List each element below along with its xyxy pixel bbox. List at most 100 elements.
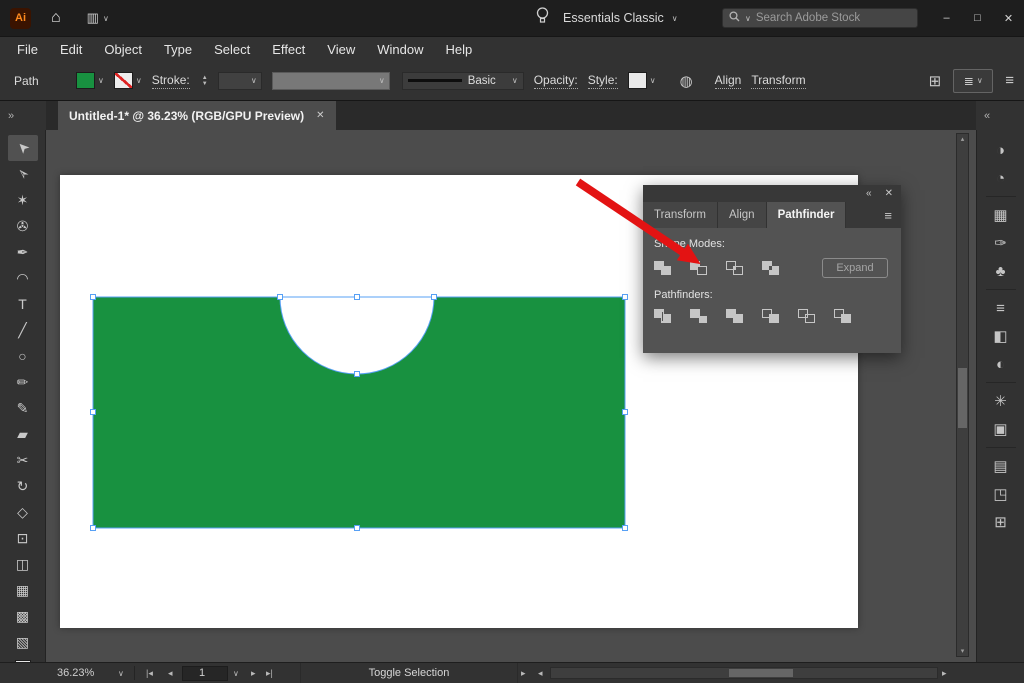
menu-effect[interactable]: Effect: [261, 42, 316, 57]
align-link[interactable]: Align: [715, 73, 742, 89]
vertical-scrollbar[interactable]: ▴ ▾: [956, 133, 969, 657]
align-options-button[interactable]: ≣ ∨: [953, 69, 993, 93]
status-display-options-icon[interactable]: ▸: [521, 663, 526, 683]
menu-window[interactable]: Window: [366, 42, 434, 57]
document-setup-globe-icon[interactable]: ◍: [680, 72, 693, 90]
pen-tool[interactable]: ✒: [8, 239, 38, 265]
fill-color-control[interactable]: ∨: [76, 72, 104, 89]
outline-button[interactable]: [798, 309, 815, 323]
workspace-switcher[interactable]: Essentials Classic ∨: [563, 11, 678, 25]
tab-transform[interactable]: Transform: [643, 202, 718, 228]
shaper-tool[interactable]: ✎: [8, 395, 38, 421]
search-adobe-stock-input[interactable]: ∨ Search Adobe Stock: [722, 8, 918, 28]
selection-tool[interactable]: ➤: [8, 135, 38, 161]
color-guide-panel-button[interactable]: ◔: [978, 164, 1024, 192]
paintbrush-tool[interactable]: ✏: [8, 369, 38, 395]
next-artboard-button[interactable]: ▸: [251, 663, 256, 683]
style-label[interactable]: Style:: [588, 73, 618, 89]
stroke-color-swatch[interactable]: [114, 72, 133, 89]
color-panel-button[interactable]: ◑: [978, 136, 1024, 164]
curvature-tool[interactable]: ◠: [8, 265, 38, 291]
maximize-button[interactable]: □: [962, 0, 993, 36]
stroke-color-control[interactable]: ∨: [114, 72, 142, 89]
close-panel-icon[interactable]: ✕: [885, 188, 893, 199]
tab-pathfinder[interactable]: Pathfinder: [767, 202, 847, 228]
appearance-panel-button[interactable]: ✳: [978, 387, 1024, 415]
minimize-button[interactable]: –: [931, 0, 962, 36]
artboards-panel-button[interactable]: ◳: [978, 480, 1024, 508]
shape-builder-tool[interactable]: ◫: [8, 551, 38, 577]
scroll-left-icon[interactable]: ◂: [538, 663, 543, 683]
last-artboard-button[interactable]: ▸|: [266, 663, 273, 683]
style-swatch-control[interactable]: ∨: [628, 72, 656, 89]
toolbar-expand-button[interactable]: »: [0, 101, 46, 130]
line-segment-tool[interactable]: ╱: [8, 317, 38, 343]
type-tool[interactable]: T: [8, 291, 38, 317]
trim-button[interactable]: [690, 309, 707, 323]
workspace-grid-icon[interactable]: ⊞: [929, 72, 942, 90]
artboard-dropdown-icon[interactable]: ∨: [233, 663, 239, 683]
lightbulb-icon[interactable]: [536, 7, 549, 29]
scissors-tool[interactable]: ✂: [8, 447, 38, 473]
unite-button[interactable]: [654, 261, 671, 275]
close-button[interactable]: ✕: [993, 0, 1024, 36]
menu-object[interactable]: Object: [93, 42, 153, 57]
gradient-panel-button[interactable]: ◧: [978, 322, 1024, 350]
menu-type[interactable]: Type: [153, 42, 203, 57]
zoom-dropdown-icon[interactable]: ∨: [118, 663, 124, 683]
horizontal-scroll-thumb[interactable]: [729, 669, 793, 677]
mesh-tool[interactable]: ▩: [8, 603, 38, 629]
opacity-label[interactable]: Opacity:: [534, 73, 578, 89]
rotate-tool[interactable]: ↻: [8, 473, 38, 499]
transform-link[interactable]: Transform: [751, 73, 805, 89]
artboard-number-field[interactable]: 1: [182, 666, 228, 681]
panel-menu-icon[interactable]: ≡: [1005, 72, 1014, 89]
brushes-panel-button[interactable]: ✑: [978, 229, 1024, 257]
gradient-tool[interactable]: ▧: [8, 629, 38, 655]
collapse-panel-icon[interactable]: «: [866, 188, 872, 199]
previous-artboard-button[interactable]: ◂: [168, 663, 173, 683]
stroke-weight-field[interactable]: ∨: [218, 72, 262, 90]
menu-view[interactable]: View: [316, 42, 366, 57]
scroll-right-icon[interactable]: ▸: [942, 663, 947, 683]
zoom-level[interactable]: 36.23%: [57, 663, 94, 683]
width-profile-dropdown[interactable]: ∨: [272, 72, 390, 90]
direct-selection-tool[interactable]: ➢: [8, 161, 38, 187]
scroll-up-icon[interactable]: ▴: [957, 135, 968, 143]
fill-color-swatch[interactable]: [76, 72, 95, 89]
ellipse-tool[interactable]: ○: [8, 343, 38, 369]
home-icon[interactable]: ⌂: [51, 10, 61, 26]
swatches-panel-button[interactable]: ▦: [978, 201, 1024, 229]
arrange-documents-button[interactable]: ▥ ∨: [87, 10, 109, 26]
style-swatch[interactable]: [628, 72, 647, 89]
scroll-down-icon[interactable]: ▾: [957, 647, 968, 655]
graphic-styles-panel-button[interactable]: ▣: [978, 415, 1024, 443]
minus-back-button[interactable]: [834, 309, 851, 323]
status-display[interactable]: Toggle Selection: [300, 663, 518, 683]
vertical-scroll-thumb[interactable]: [958, 368, 967, 428]
horizontal-scrollbar[interactable]: [550, 667, 938, 679]
first-artboard-button[interactable]: |◂: [146, 663, 153, 683]
step-down-icon[interactable]: ▼: [202, 81, 208, 87]
stroke-weight-stepper[interactable]: ▲ ▼: [202, 75, 208, 87]
dock-expand-button[interactable]: «: [976, 101, 1024, 130]
lasso-tool[interactable]: ✇: [8, 213, 38, 239]
exclude-button[interactable]: [762, 261, 779, 275]
expand-button[interactable]: Expand: [822, 258, 888, 278]
layers-panel-button[interactable]: ▤: [978, 452, 1024, 480]
minus-front-button[interactable]: [690, 261, 707, 275]
width-tool[interactable]: ◇: [8, 499, 38, 525]
free-transform-tool[interactable]: ⊡: [8, 525, 38, 551]
menu-select[interactable]: Select: [203, 42, 261, 57]
transparency-panel-button[interactable]: ◐: [978, 350, 1024, 378]
brush-definition-dropdown[interactable]: Basic ∨: [402, 72, 524, 90]
menu-help[interactable]: Help: [434, 42, 483, 57]
crop-button[interactable]: [762, 309, 779, 323]
divide-button[interactable]: [654, 309, 671, 323]
magic-wand-tool[interactable]: ✶: [8, 187, 38, 213]
merge-button[interactable]: [726, 309, 743, 323]
stroke-panel-button[interactable]: ≡: [978, 294, 1024, 322]
symbols-panel-button[interactable]: ♣: [978, 257, 1024, 285]
perspective-grid-tool[interactable]: ▦: [8, 577, 38, 603]
menu-file[interactable]: File: [6, 42, 49, 57]
